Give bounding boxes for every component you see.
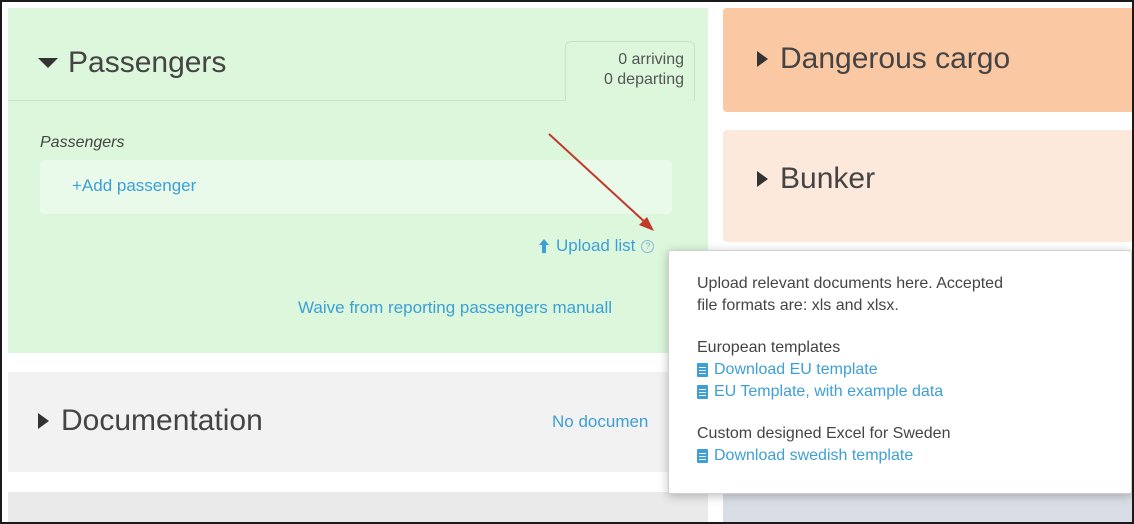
document-icon [697, 449, 708, 463]
document-icon [697, 363, 708, 377]
upload-help-tooltip: Upload relevant documents here. Accepted… [668, 250, 1132, 494]
eu-templates-group: European templates Download EU template … [697, 337, 1103, 403]
document-icon [697, 385, 708, 399]
tooltip-text-line: Upload relevant documents here. Accepted [697, 275, 1003, 292]
download-eu-template-label: Download EU template [714, 361, 878, 378]
download-swedish-template-link[interactable]: Download swedish template [697, 445, 1103, 467]
sweden-templates-heading: Custom designed Excel for Sweden [697, 425, 951, 442]
eu-templates-heading: European templates [697, 339, 841, 356]
tooltip-text-line: file formats are: xls and xlsx. [697, 297, 899, 314]
eu-template-example-link[interactable]: EU Template, with example data [697, 381, 1103, 403]
sweden-templates-group: Custom designed Excel for Sweden Downloa… [697, 423, 1103, 467]
eu-template-example-label: EU Template, with example data [714, 383, 944, 400]
download-swedish-template-label: Download swedish template [714, 447, 914, 464]
download-eu-template-link[interactable]: Download EU template [697, 359, 1103, 381]
screenshot-frame: Passengers 0 arriving 0 departing Passen… [0, 0, 1134, 524]
